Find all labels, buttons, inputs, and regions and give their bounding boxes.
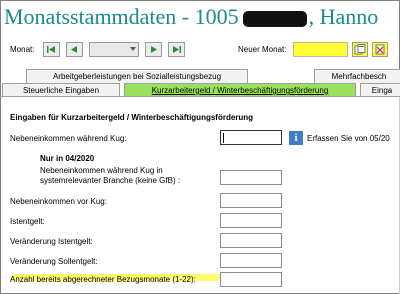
istentgelt-input[interactable] (220, 213, 282, 228)
window-title: Monatsstammdaten - 1005 , Hanno (4, 3, 378, 31)
tab-label: Arbeitgeberleistungen bei Sozialleistung… (52, 72, 222, 81)
tab-label: Steuerliche Eingaben (22, 86, 100, 95)
text-cursor (223, 133, 224, 143)
info-icon[interactable]: i (289, 131, 303, 145)
veraenderung-istentgelt-input[interactable] (220, 233, 282, 248)
title-suffix: , Hanno (308, 4, 379, 29)
tab-row-1: Arbeitgeberleistungen bei Sozialleistung… (0, 69, 400, 83)
tab-row-2: Steuerliche Eingaben Kurzarbeitergeld / … (0, 83, 400, 97)
tab-mehrfachbeschaeftigung[interactable]: Mehrfachbesch (314, 69, 400, 83)
last-month-button[interactable] (168, 42, 185, 57)
tab-content-border (0, 96, 400, 97)
field-label-bezugsmonate: Anzahl bereits abgerechneter Bezugsmonat… (10, 275, 196, 284)
field-label-nebeneinkommen-kug: Nebeneinkommen während Kug: (10, 134, 127, 143)
last-icon (173, 46, 181, 53)
next-icon (151, 46, 157, 53)
field-label-veraenderung-sollentgelt: Veränderung Sollentgelt: (10, 257, 98, 266)
toolbar: Monat: Neuer Monat: (0, 33, 400, 65)
neuer-monat-input[interactable] (293, 42, 348, 57)
create-month-button[interactable] (352, 42, 368, 57)
field-label-istentgelt: Istentgelt: (10, 217, 45, 226)
info-icon-glyph: i (294, 132, 298, 144)
field-label-systemrelevant-line2: systemrelevanter Branche (keine GfB) : (40, 176, 181, 185)
delete-month-button[interactable] (372, 42, 388, 57)
field-label-systemrelevant-line1: Nebeneinkommen während Kug in (40, 166, 163, 175)
info-text: Erfassen Sie von 05/20 (307, 134, 390, 143)
month-select[interactable] (89, 42, 139, 57)
monat-label: Monat: (10, 45, 35, 54)
next-month-button[interactable] (145, 42, 162, 57)
nebeneinkommen-vor-kug-input[interactable] (220, 193, 282, 208)
tab-arbeitgeberleistungen[interactable]: Arbeitgeberleistungen bei Sozialleistung… (26, 69, 248, 83)
subheading-april-2020: Nur in 04/2020 (40, 154, 95, 163)
neuer-monat-label: Neuer Monat: (238, 45, 287, 54)
tab-eingaben[interactable]: Einga (360, 83, 400, 97)
prev-icon (71, 46, 77, 53)
nebeneinkommen-systemrelevant-input[interactable] (220, 170, 282, 185)
first-month-button[interactable] (43, 42, 60, 57)
chevron-down-icon (130, 47, 136, 51)
tab-label: Mehrfachbesch (331, 72, 387, 81)
nebeneinkommen-kug-input[interactable] (220, 130, 282, 145)
tab-label: Einga (371, 86, 393, 95)
tab-kurzarbeitergeld[interactable]: Kurzarbeitergeld / Winterbeschäftigungsf… (124, 83, 356, 97)
new-month-icon (354, 44, 366, 55)
previous-month-button[interactable] (66, 42, 83, 57)
veraenderung-sollentgelt-input[interactable] (220, 253, 282, 268)
tab-steuerliche-eingaben[interactable]: Steuerliche Eingaben (2, 83, 120, 97)
delete-month-icon (375, 44, 385, 55)
section-heading: Eingaben für Kurzarbeitergeld / Winterbe… (10, 113, 254, 122)
field-label-veraenderung-istentgelt: Veränderung Istentgelt: (10, 237, 93, 246)
first-icon (47, 46, 55, 53)
title-prefix: Monatsstammdaten - 1005 (4, 4, 239, 29)
field-label-nebeneinkommen-vor-kug: Nebeneinkommen vor Kug: (10, 197, 107, 206)
bezugsmonate-input[interactable] (220, 272, 282, 287)
tab-label: Kurzarbeitergeld / Winterbeschäftigungsf… (151, 86, 329, 95)
redacted-name (242, 10, 307, 27)
